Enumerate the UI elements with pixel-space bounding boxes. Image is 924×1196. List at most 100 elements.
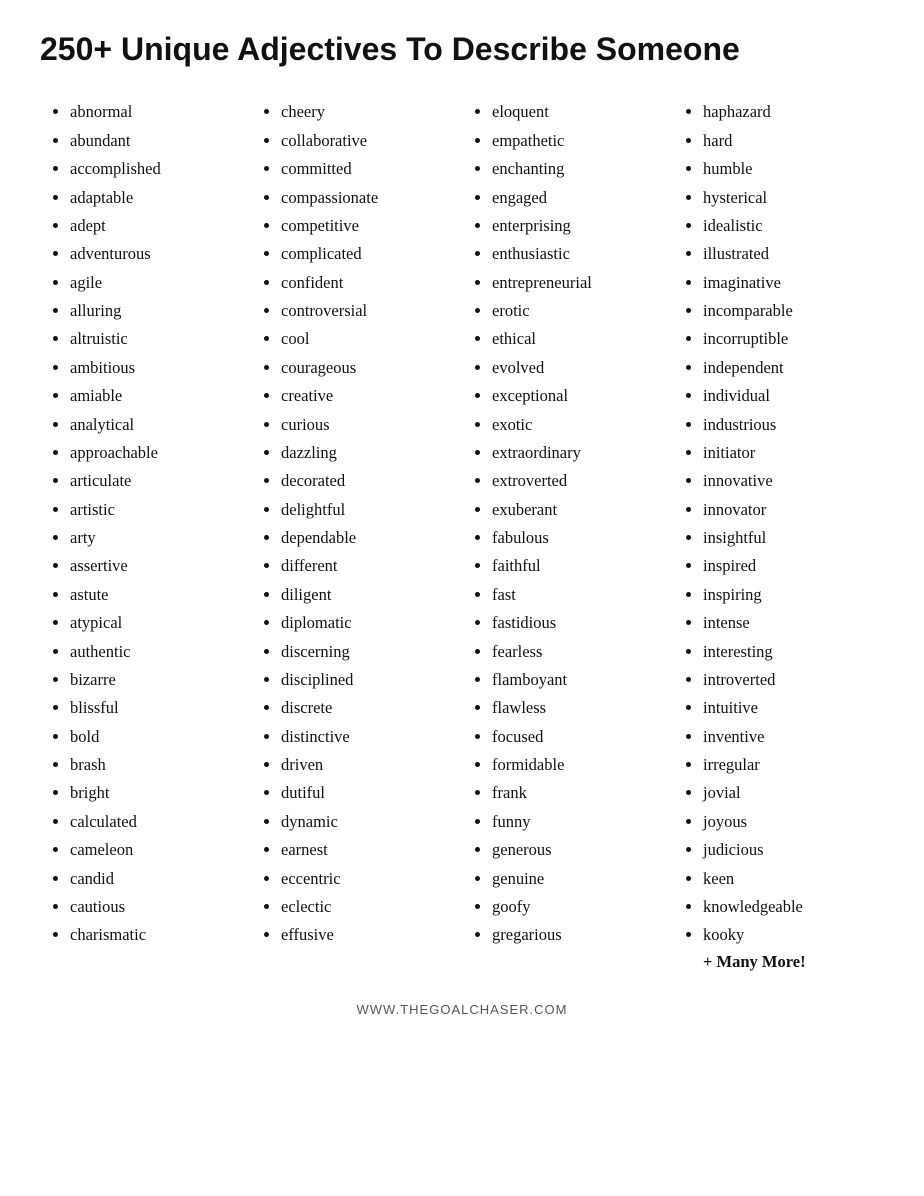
list-item: eccentric: [281, 865, 452, 893]
list-item: introverted: [703, 666, 874, 694]
list-item: generous: [492, 836, 663, 864]
list-item: incorruptible: [703, 325, 874, 353]
list-item: initiator: [703, 439, 874, 467]
list-item: abundant: [70, 127, 241, 155]
list-item: goofy: [492, 893, 663, 921]
plus-more-label: + Many More!: [683, 952, 874, 972]
list-item: bold: [70, 723, 241, 751]
list-item: delightful: [281, 496, 452, 524]
list-item: focused: [492, 723, 663, 751]
list-item: collaborative: [281, 127, 452, 155]
list-item: flawless: [492, 694, 663, 722]
list-item: interesting: [703, 638, 874, 666]
list-item: jovial: [703, 779, 874, 807]
list-item: imaginative: [703, 269, 874, 297]
list-item: incomparable: [703, 297, 874, 325]
list-col3: eloquent empathetic enchanting engaged e…: [472, 98, 663, 949]
list-item: eclectic: [281, 893, 452, 921]
list-item: accomplished: [70, 155, 241, 183]
list-item: different: [281, 552, 452, 580]
list-item: agile: [70, 269, 241, 297]
list-item: genuine: [492, 865, 663, 893]
list-item: exuberant: [492, 496, 663, 524]
list-item: fearless: [492, 638, 663, 666]
list-item: independent: [703, 354, 874, 382]
list-item: dependable: [281, 524, 452, 552]
list-item: inspiring: [703, 581, 874, 609]
list-item: articulate: [70, 467, 241, 495]
list-item: entrepreneurial: [492, 269, 663, 297]
list-item: individual: [703, 382, 874, 410]
list-item: authentic: [70, 638, 241, 666]
list-item: candid: [70, 865, 241, 893]
list-item: fabulous: [492, 524, 663, 552]
list-item: innovator: [703, 496, 874, 524]
list-item: judicious: [703, 836, 874, 864]
list-item: intense: [703, 609, 874, 637]
list-item: gregarious: [492, 921, 663, 949]
list-item: courageous: [281, 354, 452, 382]
list-item: exceptional: [492, 382, 663, 410]
list-item: competitive: [281, 212, 452, 240]
list-item: distinctive: [281, 723, 452, 751]
list-item: hysterical: [703, 184, 874, 212]
list-item: illustrated: [703, 240, 874, 268]
list-item: fastidious: [492, 609, 663, 637]
list-item: discrete: [281, 694, 452, 722]
list-item: decorated: [281, 467, 452, 495]
list-item: driven: [281, 751, 452, 779]
list-item: keen: [703, 865, 874, 893]
list-item: controversial: [281, 297, 452, 325]
list-item: dynamic: [281, 808, 452, 836]
footer-text: WWW.THEGOALCHASER.COM: [40, 1002, 884, 1017]
list-item: intuitive: [703, 694, 874, 722]
list-item: kooky: [703, 921, 874, 949]
list-item: frank: [492, 779, 663, 807]
list-item: humble: [703, 155, 874, 183]
list-item: earnest: [281, 836, 452, 864]
list-item: committed: [281, 155, 452, 183]
list-item: enterprising: [492, 212, 663, 240]
list-item: adept: [70, 212, 241, 240]
list-item: effusive: [281, 921, 452, 949]
list-col4: haphazard hard humble hysterical idealis…: [683, 98, 874, 949]
list-item: haphazard: [703, 98, 874, 126]
list-item: extraordinary: [492, 439, 663, 467]
column-2: cheery collaborative committed compassio…: [251, 98, 462, 971]
column-4: haphazard hard humble hysterical idealis…: [673, 98, 884, 971]
list-item: cheery: [281, 98, 452, 126]
list-item: astute: [70, 581, 241, 609]
list-item: abnormal: [70, 98, 241, 126]
list-item: insightful: [703, 524, 874, 552]
list-col1: abnormal abundant accomplished adaptable…: [50, 98, 241, 949]
list-item: enchanting: [492, 155, 663, 183]
list-item: alluring: [70, 297, 241, 325]
list-item: approachable: [70, 439, 241, 467]
list-item: industrious: [703, 411, 874, 439]
list-item: artistic: [70, 496, 241, 524]
list-item: cool: [281, 325, 452, 353]
list-item: creative: [281, 382, 452, 410]
list-item: evolved: [492, 354, 663, 382]
list-item: fast: [492, 581, 663, 609]
list-col2: cheery collaborative committed compassio…: [261, 98, 452, 949]
list-item: amiable: [70, 382, 241, 410]
list-item: ethical: [492, 325, 663, 353]
list-item: altruistic: [70, 325, 241, 353]
list-item: empathetic: [492, 127, 663, 155]
list-item: complicated: [281, 240, 452, 268]
list-item: idealistic: [703, 212, 874, 240]
list-item: inventive: [703, 723, 874, 751]
list-item: funny: [492, 808, 663, 836]
list-item: innovative: [703, 467, 874, 495]
list-item: compassionate: [281, 184, 452, 212]
list-item: extroverted: [492, 467, 663, 495]
list-item: exotic: [492, 411, 663, 439]
list-item: adaptable: [70, 184, 241, 212]
list-item: assertive: [70, 552, 241, 580]
list-item: disciplined: [281, 666, 452, 694]
list-item: curious: [281, 411, 452, 439]
list-item: irregular: [703, 751, 874, 779]
column-1: abnormal abundant accomplished adaptable…: [40, 98, 251, 971]
list-item: eloquent: [492, 98, 663, 126]
